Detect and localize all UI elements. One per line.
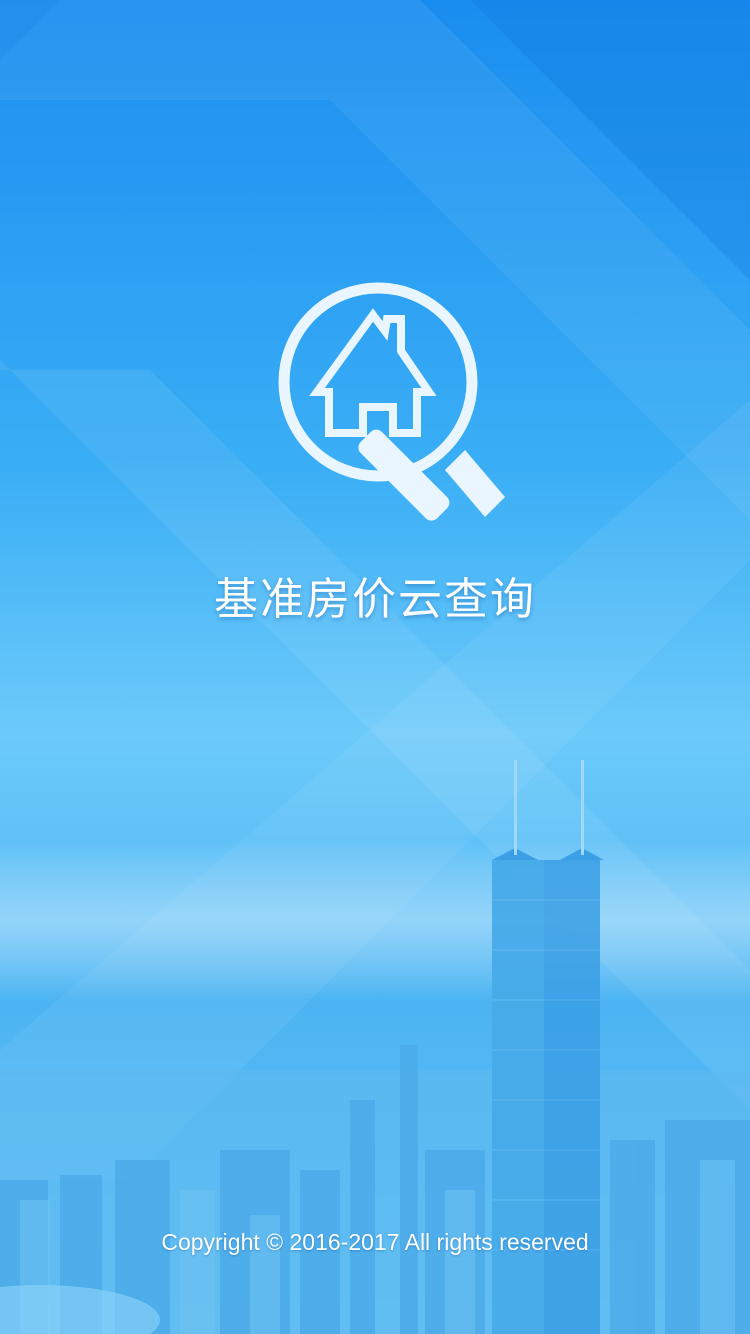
splash-screen: 基准房价云查询 Copyright © 2016-2017 All rights…	[0, 0, 750, 1334]
copyright-text: Copyright © 2016-2017 All rights reserve…	[161, 1229, 589, 1255]
house-magnifier-icon	[270, 275, 540, 545]
city-skyline-illustration	[0, 760, 750, 1334]
app-title: 基准房价云查询	[214, 574, 536, 625]
